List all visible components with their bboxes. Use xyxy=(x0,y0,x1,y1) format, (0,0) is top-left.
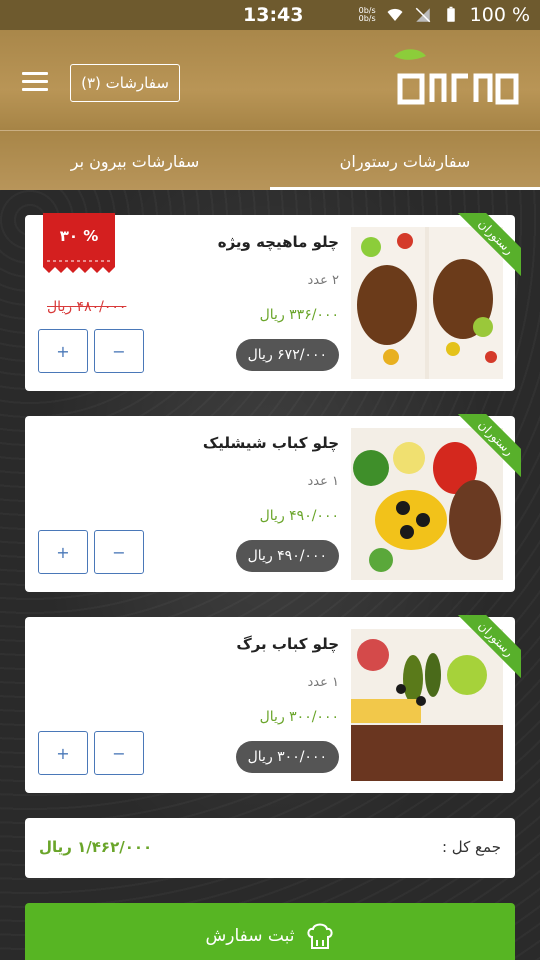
item-unit-price: ۴۹۰/۰۰۰ ریال xyxy=(259,508,339,524)
ribbon-label: رستوران xyxy=(451,414,521,484)
tab-restaurant-orders[interactable]: سفارشات رستوران xyxy=(270,131,540,191)
network-speed: 0b/s 0b/s xyxy=(359,7,376,23)
submit-order-button[interactable]: ثبت سفارش xyxy=(25,903,515,960)
decrease-quantity-button[interactable]: − xyxy=(94,731,144,775)
hamburger-icon[interactable] xyxy=(22,72,48,92)
app-header: سفارشات (۳) xyxy=(0,30,540,130)
battery-icon xyxy=(446,6,455,22)
decrease-quantity-button[interactable]: − xyxy=(94,329,144,373)
item-name: چلو کباب برگ xyxy=(236,635,339,653)
old-price: ۴۸۰/۰۰۰ ریال xyxy=(47,299,127,315)
order-tabs: سفارشات رستوران سفارشات بیرون بر xyxy=(0,130,540,191)
restaurant-ribbon: رستوران xyxy=(451,615,521,685)
item-total-price: ۴۹۰/۰۰۰ ریال xyxy=(235,540,339,572)
increase-quantity-button[interactable]: + xyxy=(38,731,88,775)
ribbon-label: رستوران xyxy=(451,615,521,685)
submit-label: ثبت سفارش xyxy=(205,926,295,946)
ribbon-label: رستوران xyxy=(451,213,521,283)
discount-badge: ۳۰ % xyxy=(43,213,115,279)
item-unit-price: ۳۰۰/۰۰۰ ریال xyxy=(259,709,339,725)
chef-hat-icon xyxy=(307,923,334,949)
item-quantity: ۱ عدد xyxy=(307,474,340,489)
tab-takeaway-orders[interactable]: سفارشات بیرون بر xyxy=(0,131,270,191)
total-label: جمع کل : xyxy=(441,838,501,856)
restaurant-ribbon: رستوران xyxy=(451,213,521,283)
order-total-box: جمع کل : ۱/۴۶۲/۰۰۰ ریال xyxy=(25,818,515,878)
status-time: 13:43 xyxy=(243,4,304,26)
item-unit-price: ۳۳۶/۰۰۰ ریال xyxy=(259,307,339,323)
item-quantity: ۲ عدد xyxy=(307,273,340,288)
item-total-price: ۳۰۰/۰۰۰ ریال xyxy=(235,741,339,773)
signal-off-icon xyxy=(415,7,430,23)
item-total-price: ۶۷۲/۰۰۰ ریال xyxy=(235,339,339,371)
increase-quantity-button[interactable]: + xyxy=(38,329,88,373)
total-value: ۱/۴۶۲/۰۰۰ ریال xyxy=(39,838,153,856)
net-down: 0b/s xyxy=(358,14,376,23)
order-item-card: رستوران چلو کباب شیشلیک ۱ عدد ۴۹۰/۰۰۰ ری… xyxy=(25,414,521,592)
decrease-quantity-button[interactable]: − xyxy=(94,530,144,574)
orders-count-button[interactable]: سفارشات (۳) xyxy=(70,64,180,102)
item-quantity: ۱ عدد xyxy=(307,675,340,690)
increase-quantity-button[interactable]: + xyxy=(38,530,88,574)
item-name: چلو ماهیچه ویژه xyxy=(217,233,339,251)
wifi-icon xyxy=(387,8,403,21)
restaurant-ribbon: رستوران xyxy=(451,414,521,484)
order-item-card: رستوران چلو ماهیچه ویژه ۲ عدد ۳۳۶/۰۰۰ ری… xyxy=(25,213,521,391)
discount-percent: ۳۰ % xyxy=(59,227,99,245)
order-item-card: رستوران چلو کباب برگ ۱ عدد ۳۰۰/۰۰۰ ریال … xyxy=(25,615,521,793)
status-bar: 13:43 0b/s 0b/s 100 % xyxy=(0,0,540,30)
item-name: چلو کباب شیشلیک xyxy=(202,434,339,452)
leaf-logo-icon xyxy=(394,49,519,105)
battery-percent: 100 % xyxy=(469,4,530,26)
